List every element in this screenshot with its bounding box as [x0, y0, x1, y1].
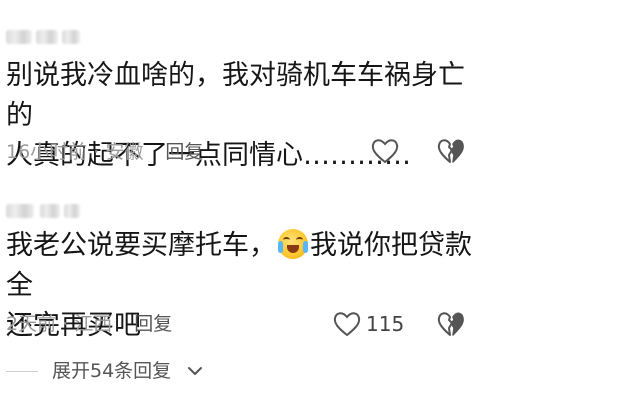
expand-replies-label: 展开54条回复: [52, 360, 172, 382]
comment-item: 我老公说要买摩托车， 我说你把贷款全 还完再买吧 2天前 · 江西 回复 115: [0, 180, 640, 350]
comment-time: 16小时前: [6, 141, 88, 163]
meta-separator: ·: [93, 141, 106, 163]
comment-text-part-1: 我老公说要买摩托车，: [6, 230, 276, 261]
crying-emoji-icon: [278, 229, 308, 259]
comment-meta: 16小时前 · 安徽 回复: [6, 140, 203, 164]
broken-heart-icon[interactable]: [436, 309, 466, 339]
like-count: 115: [366, 312, 405, 336]
reply-button[interactable]: 回复: [134, 313, 172, 335]
username-redacted[interactable]: [6, 26, 80, 48]
username-redacted[interactable]: [6, 200, 80, 222]
reply-button[interactable]: 回复: [165, 141, 203, 163]
comment-meta: 2天前 · 江西 回复: [6, 312, 172, 336]
heart-icon[interactable]: [370, 136, 400, 166]
comment-time: 2天前: [6, 313, 57, 335]
meta-separator: ·: [62, 313, 75, 335]
heart-icon[interactable]: [332, 309, 362, 339]
comment-location: 安徽: [105, 141, 144, 163]
broken-heart-icon[interactable]: [436, 136, 466, 166]
chevron-down-icon: [188, 367, 202, 375]
comment-location: 江西: [74, 313, 113, 335]
divider: [6, 371, 38, 372]
comment-item: 别说我冷血啥的，我对骑机车车祸身亡的 人真的起不了一点同情心………… 16小时前…: [0, 0, 640, 180]
expand-replies-button[interactable]: 展开54条回复: [0, 356, 640, 386]
